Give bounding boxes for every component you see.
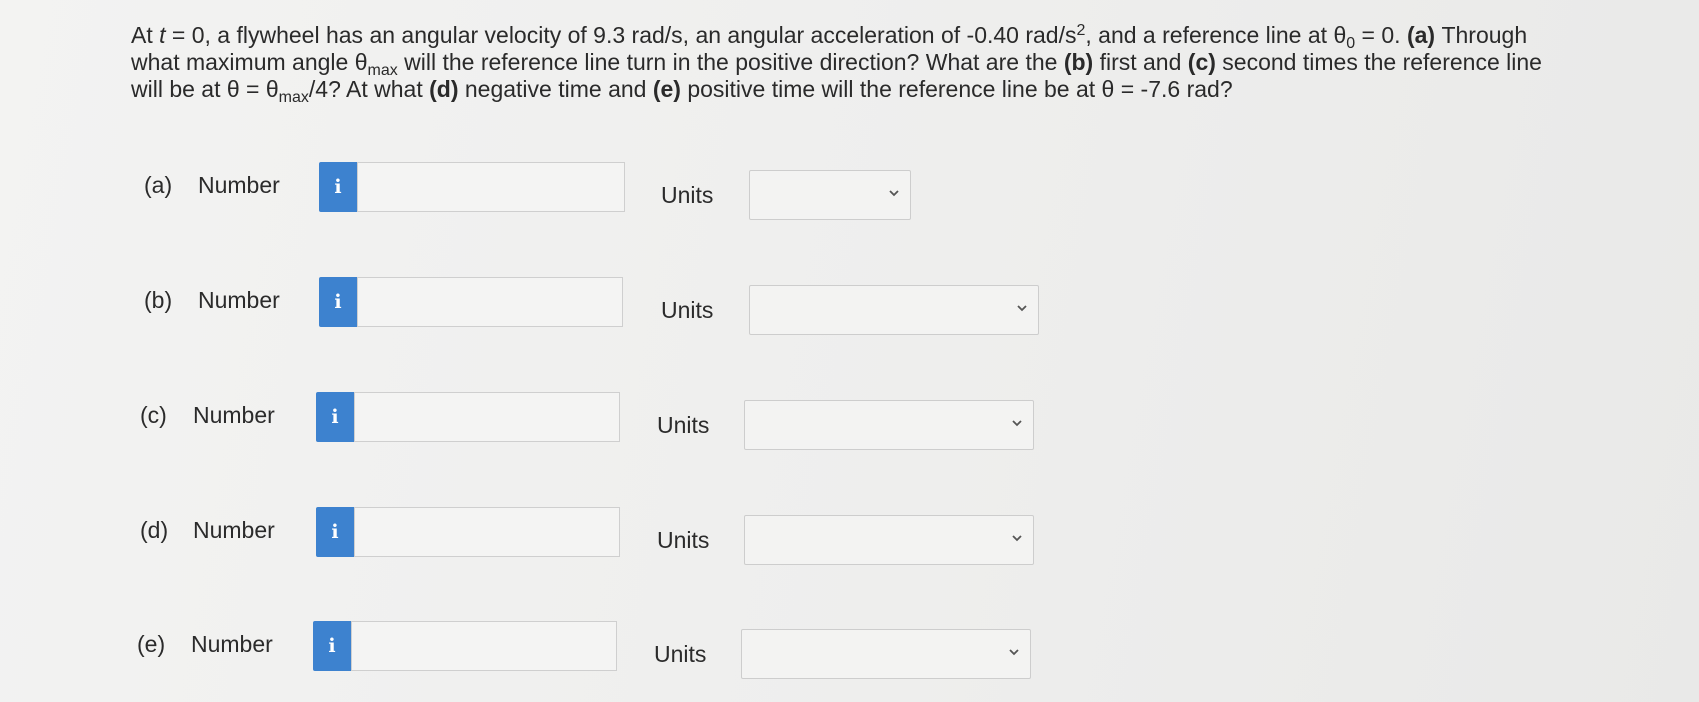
max-subscript-2: max xyxy=(278,89,309,106)
units-label: Units xyxy=(657,412,710,438)
part-label: (e) xyxy=(137,631,166,657)
chevron-down-icon xyxy=(1012,420,1022,427)
units-dropdown-a[interactable] xyxy=(749,170,911,220)
units-label: Units xyxy=(661,297,714,323)
units-dropdown-e[interactable] xyxy=(741,629,1031,679)
chevron-down-icon xyxy=(889,190,899,197)
number-label: Number xyxy=(191,631,273,657)
assignment-page: At t = 0, a flywheel has an angular velo… xyxy=(0,0,1699,702)
info-icon[interactable]: i xyxy=(319,277,357,327)
units-label: Units xyxy=(654,641,707,667)
part-c-tag: (c) xyxy=(1187,49,1216,75)
question-part-6: first and xyxy=(1093,49,1188,75)
number-label: Number xyxy=(193,517,275,543)
chevron-down-icon xyxy=(1012,535,1022,542)
units-dropdown-c[interactable] xyxy=(744,400,1034,450)
info-icon[interactable]: i xyxy=(316,392,354,442)
part-label: (c) xyxy=(140,402,167,428)
question-part-5: will the reference line turn in the posi… xyxy=(397,49,1064,75)
part-label: (d) xyxy=(140,517,169,543)
number-input-e[interactable] xyxy=(351,621,617,671)
question-intro: At xyxy=(131,22,160,48)
part-e-tag: (e) xyxy=(652,76,681,102)
number-input-d[interactable] xyxy=(354,507,620,557)
chevron-down-icon xyxy=(1017,305,1027,312)
units-dropdown-b[interactable] xyxy=(749,285,1039,335)
part-a-tag: (a) xyxy=(1406,22,1436,48)
units-dropdown-d[interactable] xyxy=(744,515,1034,565)
question-part-1: = 0, a flywheel has an angular velocity … xyxy=(165,22,1077,48)
part-label: (a) xyxy=(144,172,173,198)
question-part-3: = 0. xyxy=(1355,22,1407,48)
question-part-2: , and a reference line at θ xyxy=(1085,22,1347,48)
question-part-10: positive time will the reference line be… xyxy=(680,76,1233,102)
chevron-down-icon xyxy=(1009,649,1019,656)
number-label: Number xyxy=(193,402,275,428)
number-input-c[interactable] xyxy=(354,392,620,442)
number-label: Number xyxy=(198,287,280,313)
info-icon[interactable]: i xyxy=(316,507,354,557)
part-label: (b) xyxy=(144,287,173,313)
question-part-8: /4? At what xyxy=(308,76,430,102)
number-input-b[interactable] xyxy=(357,277,623,327)
part-b-tag: (b) xyxy=(1063,49,1094,75)
info-icon[interactable]: i xyxy=(319,162,357,212)
part-d-tag: (d) xyxy=(429,76,459,102)
question-text: At t = 0, a flywheel has an angular velo… xyxy=(131,22,1571,106)
number-input-a[interactable] xyxy=(357,162,625,212)
info-icon[interactable]: i xyxy=(313,621,351,671)
units-label: Units xyxy=(661,182,714,208)
question-part-9: negative time and xyxy=(458,76,653,102)
units-label: Units xyxy=(657,527,710,553)
number-label: Number xyxy=(198,172,280,198)
